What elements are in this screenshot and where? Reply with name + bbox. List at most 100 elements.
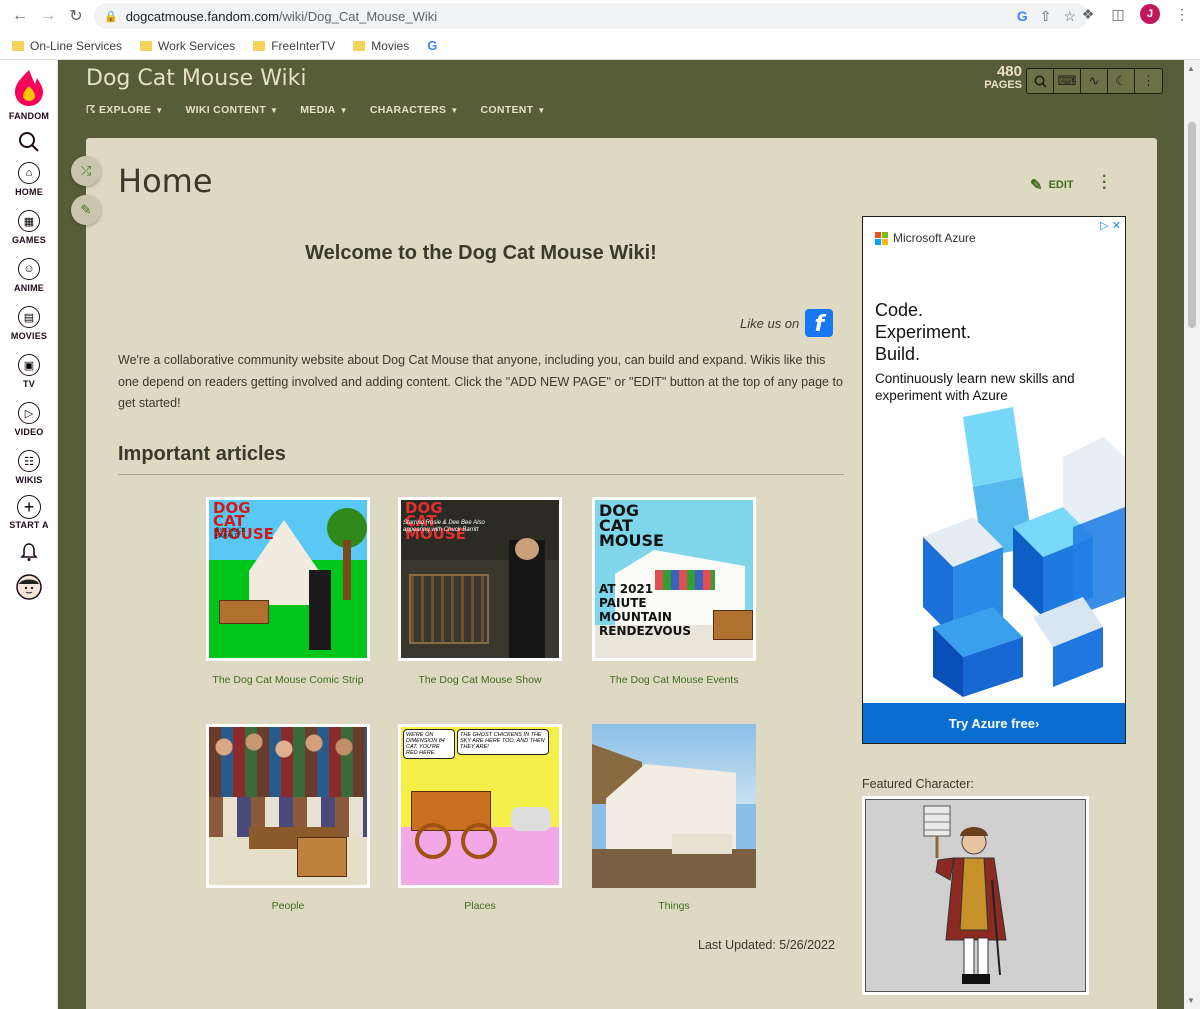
gamepad-icon: ▦	[18, 210, 40, 232]
rail-search[interactable]	[0, 131, 58, 153]
collapse-button[interactable]: ⤮	[71, 156, 101, 186]
wiki-title[interactable]: Dog Cat Mouse Wiki	[86, 66, 306, 91]
profile-avatar[interactable]: J	[1140, 4, 1160, 24]
featured-label: Featured Character:	[862, 777, 974, 791]
folder-icon	[253, 40, 266, 51]
fandom-brand-label: FANDOM	[8, 111, 50, 121]
nav-explore[interactable]: ☈ EXPLORE ▼	[86, 104, 163, 116]
video-icon: ▷	[18, 402, 40, 424]
extensions-icon[interactable]: ❖	[1080, 6, 1096, 22]
intro-paragraph: We're a collaborative community website …	[118, 353, 843, 410]
article-thumb-comic[interactable]: DOG CAT MOUSE BY CHUCK BARRITT	[206, 497, 370, 661]
rail-item-games[interactable]: ▦ GAMES	[0, 210, 58, 245]
anime-icon: ☺	[18, 258, 40, 280]
nav-media[interactable]: MEDIA ▼	[300, 104, 348, 116]
nav-wiki-content[interactable]: WIKI CONTENT ▼	[185, 104, 278, 116]
edit-button[interactable]: ✎ EDIT	[1030, 176, 1074, 194]
tv-icon: ▣	[18, 354, 40, 376]
bookmark-folder[interactable]: Movies	[353, 39, 409, 53]
theme-toggle-button[interactable]: ☾	[1108, 69, 1135, 93]
article-thumb-people[interactable]	[206, 724, 370, 888]
rail-item-wikis[interactable]: ☷ WIKIS	[0, 450, 58, 485]
chevron-down-icon: ▼	[270, 106, 279, 115]
article-link[interactable]: The Dog Cat Mouse Comic Strip	[198, 674, 378, 686]
article-link[interactable]: The Dog Cat Mouse Events	[584, 674, 764, 686]
page-scrollbar[interactable]: ▲ ▼	[1184, 60, 1200, 1009]
wiki-tools: ⌨ ∿ ☾ ⋮	[1026, 68, 1163, 94]
article-link[interactable]: Places	[390, 900, 570, 912]
folder-icon	[12, 40, 24, 51]
nav-characters[interactable]: CHARACTERS ▼	[370, 104, 459, 116]
featured-character-image[interactable]	[862, 796, 1089, 995]
search-icon	[19, 132, 39, 152]
bookmark-folder[interactable]: FreeInterTV	[253, 39, 335, 53]
rail-item-home[interactable]: ⌂ HOME	[0, 162, 58, 197]
article-thumb-things[interactable]	[592, 724, 756, 888]
rail-user-avatar[interactable]	[0, 574, 58, 600]
wiki-search-button[interactable]	[1027, 69, 1054, 93]
scrollbar-thumb[interactable]	[1188, 122, 1196, 328]
ad-cta-button[interactable]: Try Azure free›	[863, 703, 1125, 743]
azure-ad[interactable]: ▷ ✕ Microsoft Azure Code. Experiment. Bu…	[862, 216, 1126, 744]
fandom-logo[interactable]: FANDOM	[0, 68, 58, 121]
rail-item-video[interactable]: ▷ VIDEO	[0, 402, 58, 437]
discussions-button[interactable]: ⌨	[1054, 69, 1081, 93]
lock-icon: 🔒	[104, 10, 118, 23]
quick-edit-button[interactable]: ✎	[71, 195, 101, 225]
search-icon	[1034, 75, 1047, 88]
collapse-icon: ⤮	[80, 163, 92, 178]
facebook-like[interactable]: Like us on f	[740, 309, 834, 337]
reload-icon[interactable]: ↻	[62, 2, 90, 30]
rail-item-movies[interactable]: ▤ MOVIES	[0, 306, 58, 341]
article-link[interactable]: Things	[584, 900, 764, 912]
nav-content[interactable]: CONTENT ▼	[481, 104, 546, 116]
home-icon: ⌂	[18, 162, 40, 184]
bookmark-folder[interactable]: On-Line Services	[12, 39, 122, 53]
chat-icon: ⌨	[1057, 73, 1077, 88]
article-thumb-events[interactable]: DOG CAT MOUSE AT 2021 PAIUTE MOUNTAIN RE…	[592, 497, 756, 661]
bookmarks-bar: On-Line Services Work Services FreeInter…	[0, 32, 1200, 60]
activity-icon: ∿	[1088, 73, 1100, 88]
pencil-icon: ✎	[80, 202, 92, 217]
welcome-heading: Welcome to the Dog Cat Mouse Wiki!	[305, 242, 657, 264]
forward-icon[interactable]: →	[34, 2, 62, 30]
activity-button[interactable]: ∿	[1081, 69, 1108, 93]
page-title: Home	[118, 162, 213, 200]
page-actions-menu[interactable]: · · ·	[1102, 169, 1107, 197]
scroll-up-icon[interactable]: ▲	[1187, 64, 1195, 73]
rail-item-start-a-wiki[interactable]: + START A	[0, 495, 58, 530]
address-bar[interactable]: 🔒 dogcatmouse.fandom.com/wiki/Dog_Cat_Mo…	[94, 3, 1088, 29]
wiki-more-button[interactable]: ⋮	[1135, 69, 1162, 93]
compass-icon: ☈	[86, 104, 99, 116]
chevron-down-icon: ▼	[450, 106, 459, 115]
sidepanel-icon[interactable]: ◫	[1110, 6, 1126, 22]
share-icon[interactable]: ⇧	[1040, 8, 1052, 25]
fandom-flame-icon	[15, 70, 43, 106]
article-link[interactable]: The Dog Cat Mouse Show	[390, 674, 570, 686]
url-domain: dogcatmouse.fandom.com	[125, 8, 279, 24]
google-icon[interactable]: G	[1017, 8, 1028, 24]
rail-item-anime[interactable]: ☺ ANIME	[0, 258, 58, 293]
back-icon[interactable]: ←	[6, 2, 34, 30]
microsoft-logo-icon	[875, 231, 888, 245]
user-avatar-icon	[16, 574, 42, 600]
scroll-down-icon[interactable]: ▼	[1187, 996, 1195, 1005]
kebab-icon: ⋮	[1142, 73, 1155, 88]
bookmark-folder[interactable]: Work Services	[140, 39, 235, 53]
pencil-icon: ✎	[1030, 177, 1043, 194]
bookmark-google[interactable]: G	[427, 38, 437, 53]
star-icon[interactable]: ☆	[1063, 8, 1076, 25]
ad-choices-icon[interactable]: ▷ ✕	[1100, 219, 1121, 232]
folder-icon	[140, 40, 153, 51]
menu-icon[interactable]: ⋮	[1174, 6, 1190, 22]
article-link[interactable]: People	[198, 900, 378, 912]
rail-notifications[interactable]	[0, 542, 58, 562]
article-thumb-places[interactable]: WE'RE ON DIMENSION 84 CAT. YOU'RE RED HE…	[398, 724, 562, 888]
rail-item-tv[interactable]: ▣ TV	[0, 354, 58, 389]
folder-icon	[353, 40, 366, 51]
article-thumb-show[interactable]: DOG CAT MOUSE Starring Rosie & Dee Bee A…	[398, 497, 562, 661]
character-illustration	[923, 805, 1007, 984]
google-icon: G	[427, 38, 438, 53]
wiki-nav: ☈ EXPLORE ▼ WIKI CONTENT ▼ MEDIA ▼ CHARACTE…	[86, 104, 546, 116]
facebook-icon: f	[805, 309, 834, 337]
